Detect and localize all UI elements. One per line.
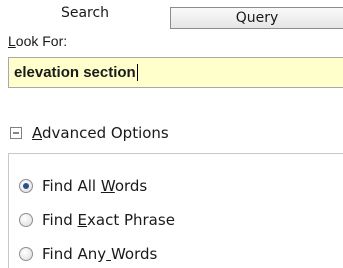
option-label: Find All Words — [42, 177, 147, 195]
option-label: Find Any Words — [42, 245, 157, 263]
search-input[interactable]: elevation section — [8, 57, 343, 88]
advanced-options-toggle[interactable]: Advanced Options — [10, 124, 169, 142]
look-for-label-rest: ook For: — [15, 33, 68, 49]
option-label-text: xact Phrase — [87, 211, 175, 229]
option-label-text: Find — [42, 211, 78, 229]
radio-button[interactable] — [19, 213, 33, 227]
option-label-text: Find All — [42, 177, 101, 195]
tab-query[interactable]: Query — [170, 7, 343, 29]
option-accel: W — [100, 177, 115, 195]
collapse-icon[interactable] — [10, 127, 22, 139]
look-for-accel: L — [8, 33, 16, 49]
advanced-options-panel: Find All Words Find Exact Phrase Find An… — [8, 153, 343, 268]
tab-query-label: Query — [235, 10, 279, 26]
radio-button[interactable] — [19, 247, 33, 261]
radio-button-selected[interactable] — [19, 179, 33, 193]
option-find-any-words[interactable]: Find Any Words — [19, 245, 157, 263]
option-label-text: ords — [114, 177, 148, 195]
advanced-options-label: Advanced Options — [32, 124, 169, 142]
tab-search[interactable]: Search — [0, 0, 170, 26]
option-label: Find Exact Phrase — [42, 211, 175, 229]
option-find-exact-phrase[interactable]: Find Exact Phrase — [19, 211, 175, 229]
tab-search-label: Search — [60, 5, 110, 21]
advanced-options-accel: A — [32, 124, 42, 142]
option-accel: E — [77, 211, 87, 229]
look-for-label: Look For: — [8, 33, 67, 49]
text-caret — [136, 64, 138, 81]
option-label-text: Words — [110, 245, 158, 263]
search-input-value: elevation section — [14, 64, 136, 81]
advanced-options-label-rest: dvanced Options — [42, 124, 169, 142]
option-find-all-words[interactable]: Find All Words — [19, 177, 147, 195]
option-label-text: Find Any — [42, 245, 107, 263]
